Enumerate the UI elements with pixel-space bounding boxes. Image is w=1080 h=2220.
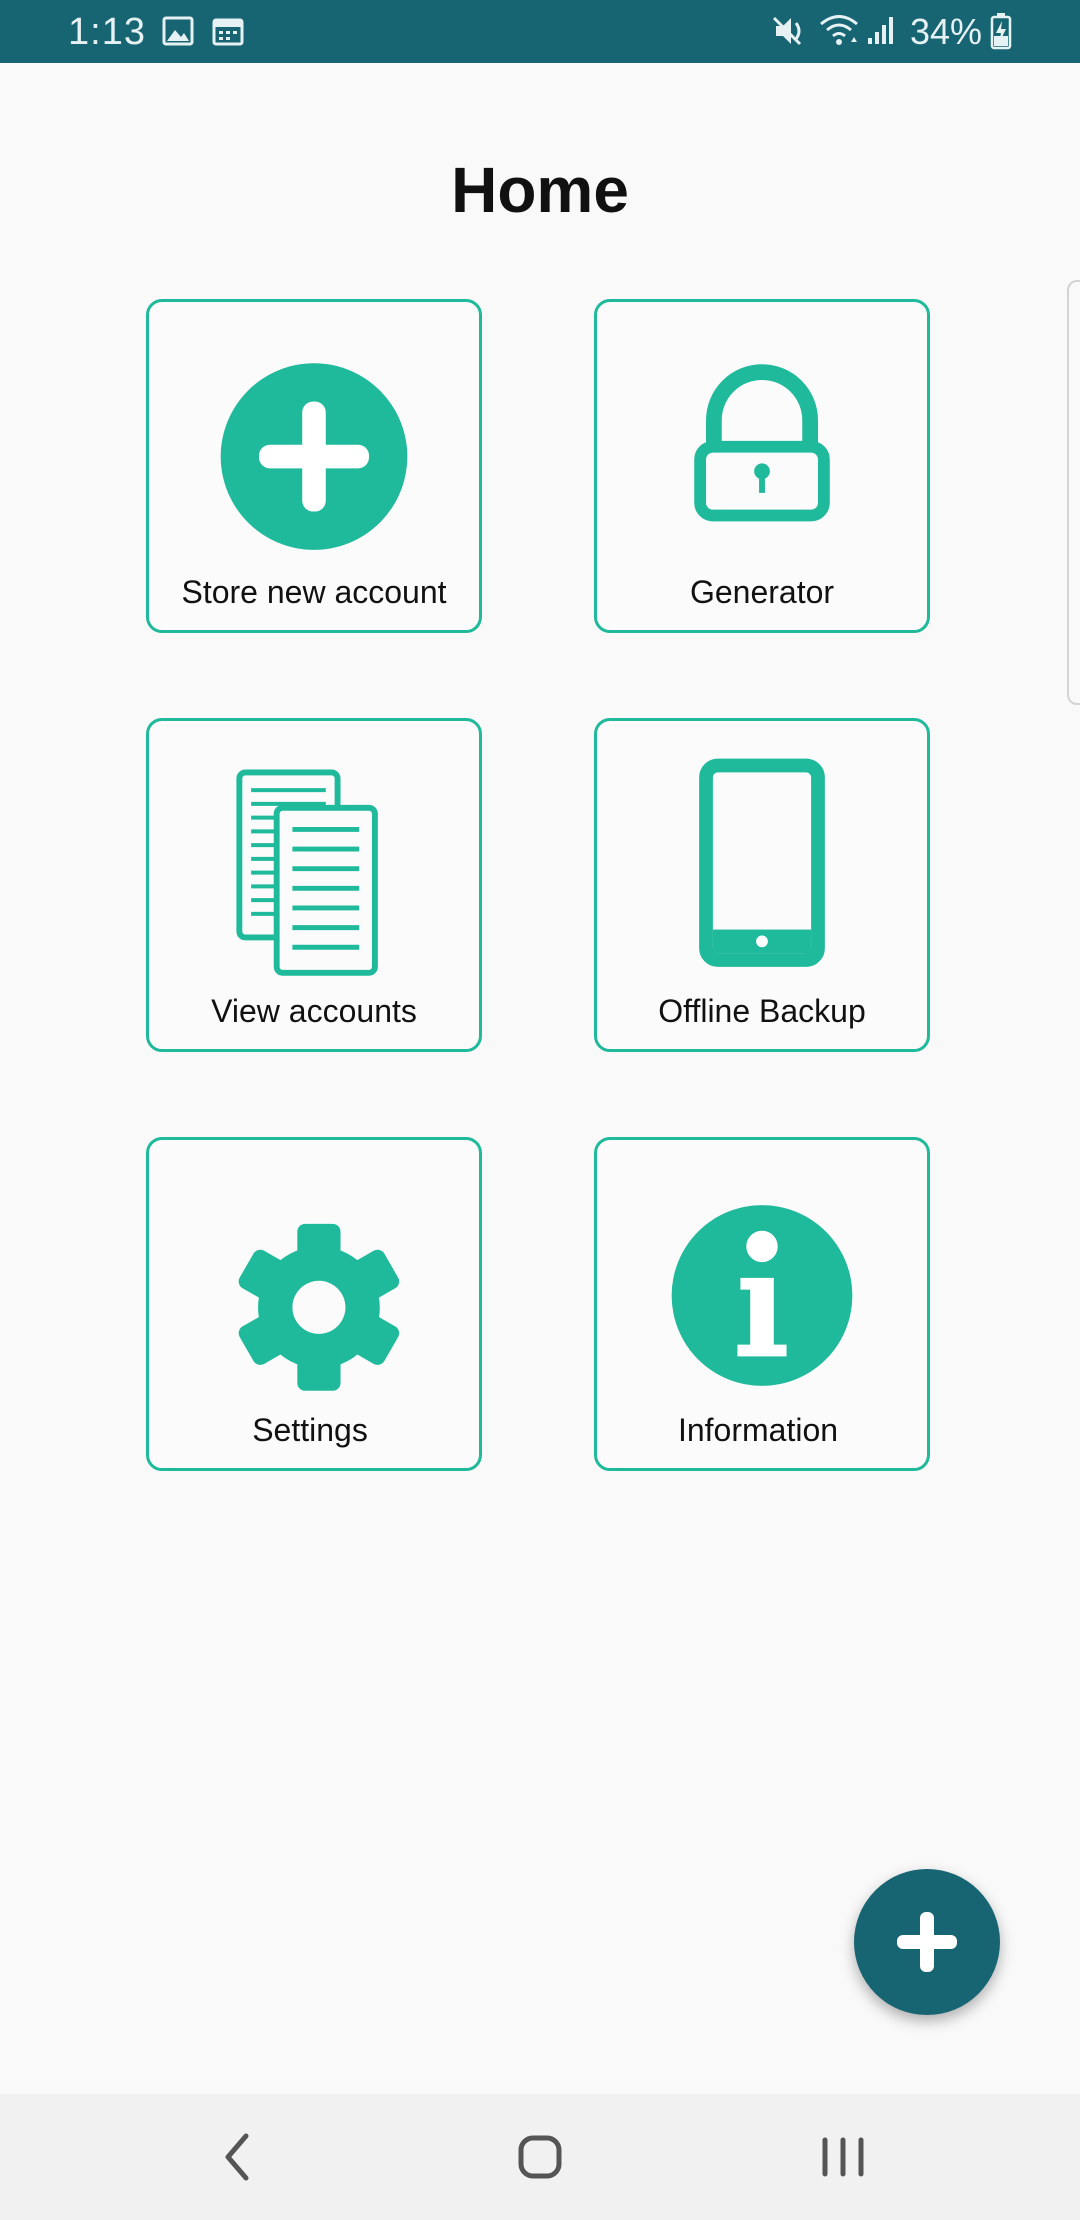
settings-button[interactable]: Settings <box>146 1137 482 1471</box>
tile-label: Generator <box>689 574 835 610</box>
home-icon <box>518 2135 562 2179</box>
image-icon <box>162 16 194 46</box>
system-nav-bar <box>0 2094 1080 2220</box>
gear-icon <box>238 1223 400 1391</box>
page-title: Home <box>451 154 629 226</box>
recents-button[interactable] <box>773 2094 913 2220</box>
signal-icon <box>868 17 893 44</box>
battery-percent: 34% <box>910 11 983 52</box>
wifi-icon <box>820 15 858 45</box>
tile-label: Store new account <box>181 574 447 610</box>
back-icon <box>225 2133 249 2181</box>
lock-icon <box>694 364 830 522</box>
offline-backup-button[interactable]: Offline Backup <box>594 718 930 1052</box>
info-icon <box>671 1205 853 1386</box>
status-bar: 1:13 34% <box>0 0 1080 63</box>
documents-icon <box>236 769 378 976</box>
tile-label: Information <box>677 1412 839 1448</box>
add-fab-button[interactable] <box>854 1869 1000 2015</box>
generator-button[interactable]: Generator <box>594 299 930 633</box>
home-screen: 1:13 34% Home Store new account Generato… <box>0 0 1080 2220</box>
store-new-account-button[interactable]: Store new account <box>146 299 482 633</box>
status-time: 1:13 <box>68 11 146 53</box>
view-accounts-button[interactable]: View accounts <box>146 718 482 1052</box>
mute-icon <box>772 16 802 46</box>
tile-label: View accounts <box>211 993 417 1029</box>
plus-circle-icon <box>220 363 408 550</box>
information-button[interactable]: Information <box>594 1137 930 1471</box>
tile-label: Settings <box>252 1412 368 1448</box>
edge-panel-handle[interactable] <box>1067 280 1080 705</box>
recents-icon <box>822 2137 864 2177</box>
phone-icon <box>699 758 825 967</box>
calendar-icon <box>212 18 244 46</box>
home-button[interactable] <box>470 2094 610 2220</box>
tile-label: Offline Backup <box>658 993 866 1029</box>
plus-icon <box>897 1912 957 1972</box>
back-button[interactable] <box>168 2094 308 2220</box>
battery-charging-icon <box>990 13 1012 50</box>
